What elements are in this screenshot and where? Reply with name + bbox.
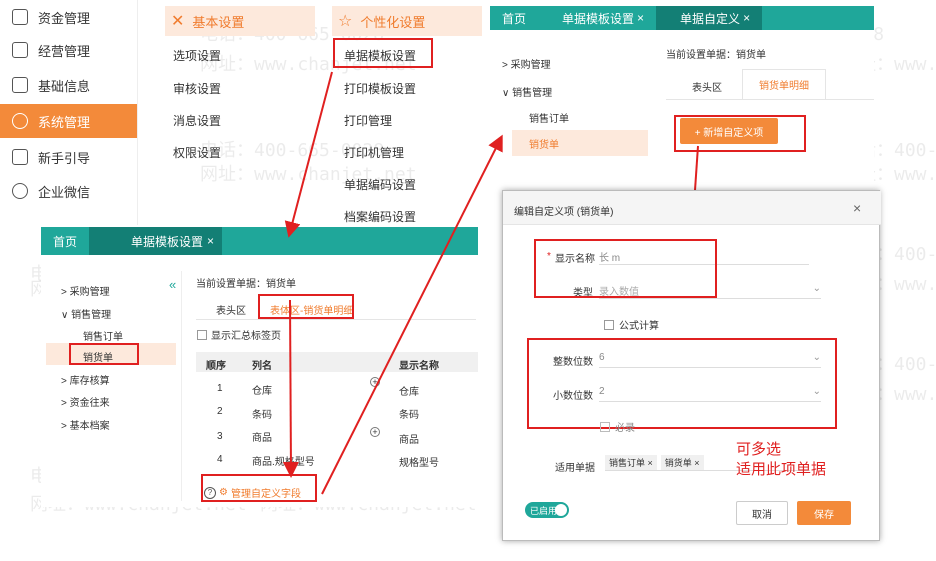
edit-custom-field-dialog: 编辑自定义项 (销货单) × * 显示名称 长 m 类型 录入数值 ⌄ 公式计算…	[502, 190, 881, 541]
chip-sales-order[interactable]: 销售订单 ×	[605, 455, 657, 470]
formula-checkbox[interactable]: 公式计算	[604, 317, 659, 332]
toggle-knob	[555, 504, 567, 516]
cancel-button[interactable]: 取消	[736, 501, 788, 525]
checkbox-box	[600, 421, 610, 432]
enabled-toggle[interactable]: 已启用	[525, 502, 569, 518]
close-icon[interactable]: ×	[853, 200, 861, 216]
arrow-to-template-panel	[284, 71, 333, 238]
apply-docs-label: 适用单据	[555, 463, 595, 474]
checkbox-box	[604, 319, 614, 330]
dialog-header: 编辑自定义项 (销货单) ×	[503, 191, 881, 225]
highlight-digits	[527, 338, 837, 429]
annotation-multi-select: 可多选 适用此项单据	[736, 440, 826, 480]
arrow-to-manage-link	[282, 299, 299, 478]
formula-label: 公式计算	[619, 321, 659, 332]
annotation-line: 可多选	[736, 441, 782, 458]
dialog-title: 编辑自定义项 (销货单)	[514, 207, 614, 218]
required-checkbox[interactable]: 必录	[600, 419, 635, 434]
arrow-to-custom-panel	[321, 134, 503, 495]
annotation-line: 适用此项单据	[736, 461, 827, 478]
save-button[interactable]: 保存	[797, 501, 851, 525]
chip-delivery[interactable]: 销货单 ×	[660, 455, 704, 470]
chevron-down-icon: ⌄	[812, 283, 821, 294]
toggle-label: 已启用	[530, 505, 558, 516]
required-label: 必录	[615, 423, 635, 434]
highlight-name-type	[534, 239, 717, 298]
